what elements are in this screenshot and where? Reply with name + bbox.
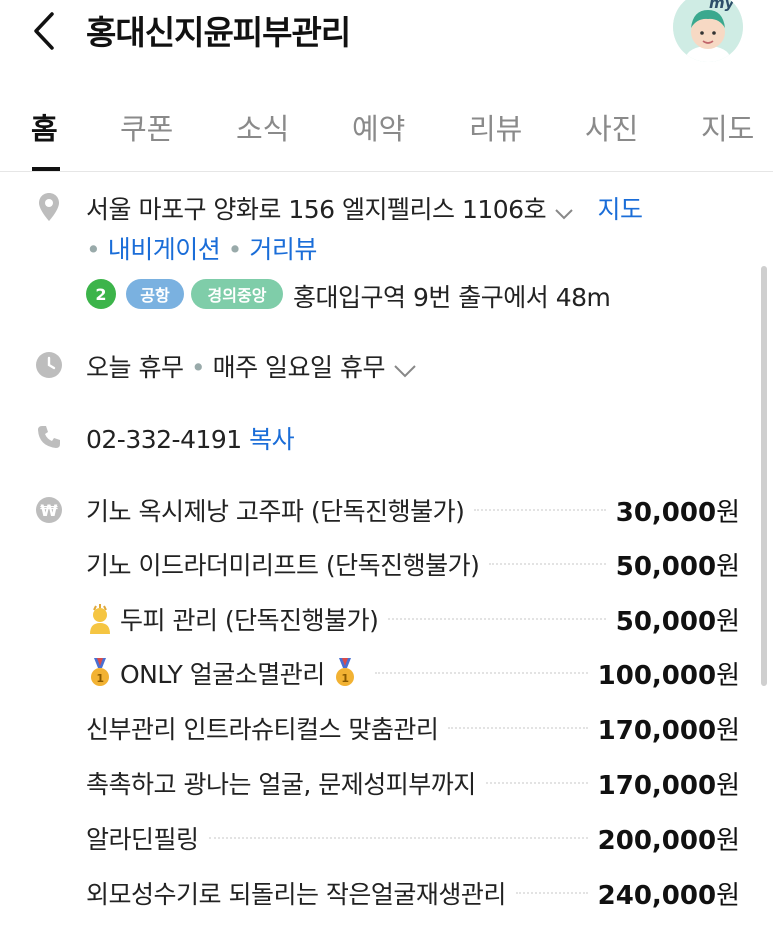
menu-item-name: 촉촉하고 광나는 얼굴, 문제성피부까지: [86, 770, 476, 799]
tab-map[interactable]: 지도: [701, 106, 754, 148]
svg-text:my: my: [709, 0, 736, 12]
hours-today: 오늘 휴무: [86, 353, 184, 382]
leader-dots: [515, 892, 588, 894]
street-view-link[interactable]: 거리뷰: [249, 235, 317, 264]
phone-row: 02-332-4191 복사: [86, 420, 295, 456]
massage-icon: [90, 604, 110, 634]
menu-item[interactable]: 기노 이드라더미리프트 (단독진행불가) 50,000원: [86, 544, 740, 584]
tab-coupon[interactable]: 쿠폰: [120, 106, 173, 148]
tab-photo[interactable]: 사진: [585, 106, 638, 148]
tab-home[interactable]: 홈: [31, 106, 58, 148]
leader-dots: [208, 837, 588, 839]
address-links: • 내비게이션 • 거리뷰: [86, 235, 317, 264]
won-icon: ₩: [34, 495, 64, 525]
menu-item[interactable]: 기노 옥시제낭 고주파 (단독진행불가) 30,000원: [86, 490, 740, 530]
menu-item-name-wrap: 두피 관리 (단독진행불가): [86, 601, 379, 637]
tab-bar: 홈 쿠폰 소식 예약 리뷰 사진 지도: [0, 96, 773, 172]
menu-item-name: 알라딘필링: [86, 825, 199, 854]
hours-row: 오늘 휴무 • 매주 일요일 휴무: [86, 348, 417, 384]
location-pin-icon: [34, 192, 64, 222]
transit-direction: 홍대입구역 9번 출구에서 48m: [293, 283, 611, 312]
menu-item-price: 30,000원: [615, 497, 740, 528]
menu-item[interactable]: 외모성수기로 되돌리는 작은얼굴재생관리 240,000원: [86, 873, 740, 913]
menu-item-name: 외모성수기로 되돌리는 작은얼굴재생관리: [86, 880, 506, 909]
menu-item-name: 기노 이드라더미리프트 (단독진행불가): [86, 551, 480, 580]
tab-reservation[interactable]: 예약: [352, 106, 405, 148]
avatar[interactable]: my: [673, 0, 743, 62]
leader-dots: [388, 618, 606, 620]
tab-review[interactable]: 리뷰: [469, 106, 522, 148]
phone-icon: [34, 422, 64, 452]
address-row: 서울 마포구 양화로 156 엘지펠리스 1106호 지도: [86, 190, 643, 226]
clock-icon: [34, 350, 64, 380]
scrollbar[interactable]: [761, 266, 767, 686]
copy-phone-button[interactable]: 복사: [249, 425, 295, 454]
menu-item[interactable]: 신부관리 인트라슈티컬스 맞춤관리 170,000원: [86, 708, 740, 748]
menu-item-name: 신부관리 인트라슈티컬스 맞춤관리: [86, 715, 439, 744]
subway-line-badge: 2: [86, 279, 116, 309]
menu-item-name: ONLY 얼굴소멸관리: [120, 660, 325, 689]
menu-item-price: 100,000원: [597, 660, 740, 691]
menu-item-price: 170,000원: [597, 715, 740, 746]
medal-icon: 1: [91, 658, 109, 686]
leader-dots: [474, 509, 606, 511]
hours-regular: 매주 일요일 휴무: [212, 353, 386, 382]
map-link[interactable]: 지도: [598, 195, 644, 224]
leader-dots: [448, 727, 588, 729]
menu-item[interactable]: 두피 관리 (단독진행불가) 50,000원: [86, 599, 740, 639]
menu-item[interactable]: 알라딘필링 200,000원: [86, 818, 740, 858]
airport-line-badge: 공항: [126, 279, 184, 309]
leader-dots: [489, 563, 606, 565]
chevron-left-icon: [34, 12, 54, 50]
gyeongui-line-badge: 경의중앙: [191, 279, 283, 309]
active-tab-indicator: [32, 167, 60, 171]
address-text: 서울 마포구 양화로 156 엘지펠리스 1106호: [86, 195, 547, 224]
svg-text:1: 1: [341, 672, 348, 685]
menu-item-price: 50,000원: [615, 606, 740, 637]
menu-item[interactable]: 1 ONLY 얼굴소멸관리 1 100,000원: [86, 653, 740, 693]
chevron-down-icon[interactable]: [393, 355, 417, 384]
header: 홍대신지윤피부관리 my: [0, 0, 773, 66]
leader-dots: [374, 672, 588, 674]
medal-icon: 1: [335, 658, 354, 686]
menu-item-name: 두피 관리 (단독진행불가): [120, 606, 379, 635]
tab-news[interactable]: 소식: [236, 106, 289, 148]
back-button[interactable]: [24, 8, 64, 54]
page-title: 홍대신지윤피부관리: [86, 13, 351, 52]
menu-item-price: 170,000원: [597, 770, 740, 801]
menu-item-price: 200,000원: [597, 825, 740, 856]
chevron-down-icon[interactable]: [554, 197, 574, 226]
leader-dots: [485, 782, 588, 784]
avatar-face-icon: my: [673, 0, 743, 62]
phone-number[interactable]: 02-332-4191: [86, 425, 242, 454]
menu-item-name-wrap: 1 ONLY 얼굴소멸관리 1: [86, 655, 365, 691]
menu-item-price: 240,000원: [597, 880, 740, 911]
menu-item[interactable]: 촉촉하고 광나는 얼굴, 문제성피부까지 170,000원: [86, 763, 740, 803]
svg-text:₩: ₩: [40, 501, 58, 520]
navigation-link[interactable]: 내비게이션: [108, 235, 221, 264]
menu-item-name: 기노 옥시제낭 고주파 (단독진행불가): [86, 497, 465, 526]
svg-text:1: 1: [96, 672, 103, 685]
menu-item-price: 50,000원: [615, 551, 740, 582]
